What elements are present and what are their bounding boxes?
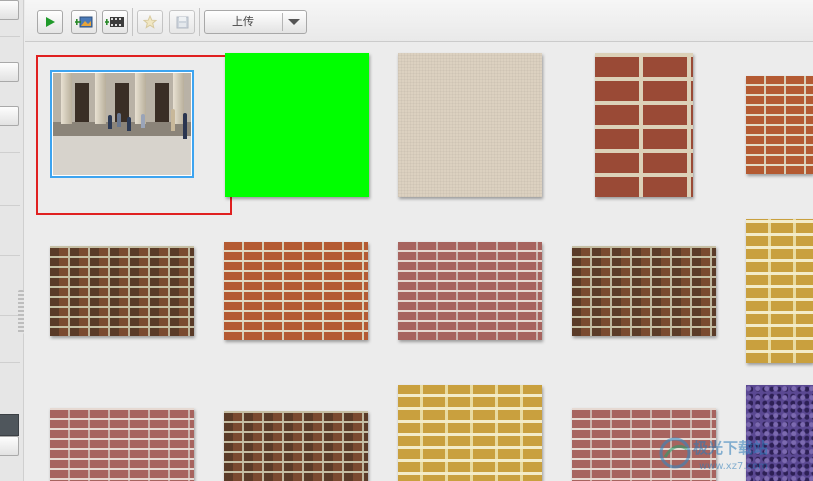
svg-text:极光下载站: 极光下载站 — [693, 439, 768, 457]
svg-text:www.xz7.com: www.xz7.com — [699, 461, 768, 472]
toolbar: 上传 — [25, 0, 813, 42]
left-panel-divider — [0, 152, 20, 153]
add-video-button[interactable] — [102, 10, 128, 34]
left-panel-button-1[interactable] — [0, 0, 19, 20]
media-thumbnail-brick-wall-yellow-2[interactable] — [398, 385, 542, 481]
media-thumbnail-brick-wall-red[interactable] — [746, 76, 813, 174]
left-panel-strip — [0, 0, 24, 481]
play-icon — [46, 17, 55, 27]
add-image-button[interactable] — [71, 10, 97, 34]
star-icon — [143, 15, 157, 29]
save-button[interactable] — [169, 10, 195, 34]
left-panel-divider — [0, 362, 20, 363]
favorite-button[interactable] — [137, 10, 163, 34]
upload-label[interactable]: 上传 — [205, 11, 281, 33]
media-thumbnail-brick-wall-dark-3[interactable] — [224, 411, 368, 481]
media-thumbnail-brick-wall-pink[interactable] — [398, 242, 542, 340]
media-thumbnail-brick-wall-dark-2[interactable] — [572, 246, 716, 336]
left-panel-button-4[interactable] — [0, 436, 19, 456]
media-thumbnail-brick-wall-large[interactable] — [595, 53, 693, 197]
media-thumbnail-green-screen[interactable] — [225, 53, 369, 197]
left-panel-divider — [0, 36, 20, 37]
highlight-box — [36, 55, 232, 215]
media-thumbnail-brick-wall-orange[interactable] — [224, 242, 368, 340]
watermark-logo: 极光下载站 www.xz7.com — [659, 437, 768, 472]
panel-resize-handle[interactable] — [18, 290, 24, 334]
left-panel-divider — [0, 205, 20, 206]
left-panel-button-2[interactable] — [0, 62, 19, 82]
upload-divider — [282, 13, 283, 31]
add-video-icon — [105, 17, 124, 27]
toolbar-separator — [199, 8, 200, 36]
save-icon — [176, 16, 188, 28]
play-button[interactable] — [37, 10, 63, 34]
media-thumbnail-brick-wall-pink-2[interactable] — [50, 408, 194, 481]
left-panel-divider — [0, 255, 20, 256]
left-panel-divider — [0, 315, 20, 316]
left-panel-button-3[interactable] — [0, 106, 19, 126]
media-thumbnail-brick-wall-yellow[interactable] — [746, 219, 813, 363]
chevron-down-icon[interactable] — [288, 19, 300, 25]
media-thumbnail-linen-texture[interactable] — [398, 53, 542, 197]
media-thumbnail-brick-wall-dark[interactable] — [50, 246, 194, 336]
upload-dropdown[interactable]: 上传 — [204, 10, 307, 34]
left-panel-active-item[interactable] — [0, 414, 19, 436]
add-image-icon — [75, 16, 93, 28]
toolbar-separator — [132, 8, 133, 36]
media-library-grid — [25, 43, 813, 481]
